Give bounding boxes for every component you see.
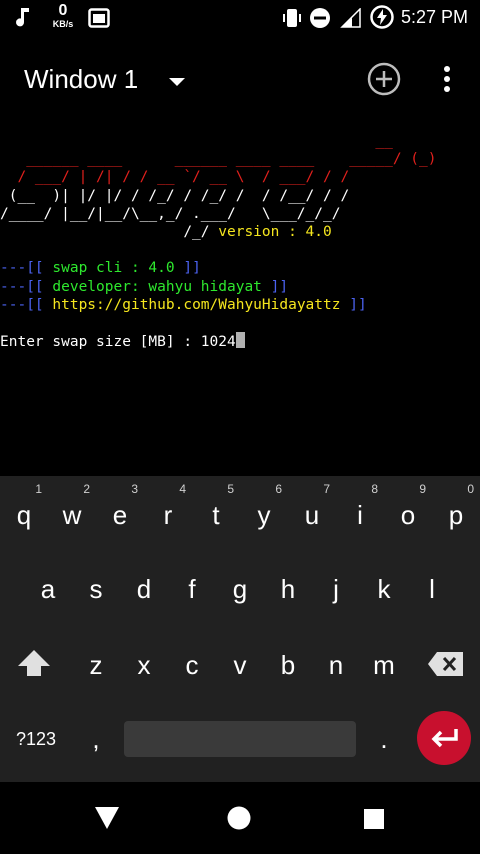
version-text: version : 4.0 <box>218 224 332 241</box>
key-d[interactable]: d <box>120 574 168 605</box>
space-bar[interactable] <box>124 721 356 757</box>
banner-line: __ <box>0 133 411 149</box>
status-time: 5:27 PM <box>400 7 468 27</box>
battery-charging-icon <box>370 5 394 34</box>
info-line: swap cli : 4.0 <box>52 260 175 277</box>
key-hint: 0 <box>467 482 474 496</box>
key-z[interactable]: z <box>72 650 120 681</box>
backspace-key[interactable] <box>422 650 470 685</box>
recents-icon[interactable] <box>363 808 385 835</box>
key-label: p <box>448 500 464 530</box>
network-speed-unit: KB/s <box>52 19 74 29</box>
info-prefix: ---[[ <box>0 278 53 295</box>
key-label: y <box>257 500 271 530</box>
key-u[interactable]: 7u <box>288 482 336 531</box>
status-bar: 0 KB/s 5:27 PM <box>0 0 480 36</box>
key-f[interactable]: f <box>168 574 216 605</box>
key-hint: 7 <box>323 482 330 496</box>
network-speed: 0 KB/s <box>48 3 78 29</box>
key-label: u <box>304 500 320 530</box>
music-note-icon <box>14 6 32 33</box>
banner-line: / ___/ | /| / / __ `/ __ \ / ___/ / / <box>0 169 358 186</box>
key-v[interactable]: v <box>216 650 264 681</box>
terminal-output: __ ______ ____ ______ ____ ____ _____/ (… <box>0 132 437 351</box>
input-value[interactable]: 1024 <box>201 334 236 350</box>
info-suffix: ]] <box>174 260 201 277</box>
key-q[interactable]: 1q <box>0 482 48 531</box>
key-hint: 5 <box>227 482 234 496</box>
banner-line: (__ )| |/ |/ / /_/ / /_/ / / /__/ / / <box>0 187 367 204</box>
terminal-view[interactable]: __ ______ ____ ______ ____ ____ _____/ (… <box>0 120 480 476</box>
network-speed-value: 0 <box>58 2 68 19</box>
prompt-text: Enter swap size [MB] : <box>0 334 201 351</box>
symbols-key[interactable]: ?123 <box>10 729 62 750</box>
comma-key[interactable]: , <box>72 724 120 755</box>
key-w[interactable]: 2w <box>48 482 96 531</box>
key-c[interactable]: c <box>168 650 216 681</box>
info-line: developer: wahyu hidayat <box>52 278 262 295</box>
key-h[interactable]: h <box>264 574 312 605</box>
key-p[interactable]: 0p <box>432 482 480 531</box>
vibrate-icon <box>282 6 302 35</box>
key-hint: 1 <box>35 482 42 496</box>
info-prefix: ---[[ <box>0 296 53 313</box>
key-x[interactable]: x <box>120 650 168 681</box>
navigation-bar <box>0 782 480 854</box>
key-label: t <box>212 500 220 530</box>
key-label: e <box>112 500 128 530</box>
soft-keyboard: 1q 2w 3e 4r 5t 6y 7u 8i 9o 0p a s d f g … <box>0 476 480 782</box>
key-b[interactable]: b <box>264 650 312 681</box>
window-dropdown-icon[interactable] <box>168 74 186 92</box>
key-a[interactable]: a <box>24 574 72 605</box>
key-y[interactable]: 6y <box>240 482 288 531</box>
version-prefix: /_/ <box>0 224 219 241</box>
info-prefix: ---[[ <box>0 260 53 277</box>
key-hint: 3 <box>131 482 138 496</box>
banner-line: ______ ____ ______ ____ ____ _____/ (_) <box>0 151 437 168</box>
key-e[interactable]: 3e <box>96 482 144 531</box>
key-t[interactable]: 5t <box>192 482 240 531</box>
key-m[interactable]: m <box>360 650 408 681</box>
key-hint: 4 <box>179 482 186 496</box>
key-k[interactable]: k <box>360 574 408 605</box>
add-window-icon[interactable] <box>367 62 401 101</box>
key-o[interactable]: 9o <box>384 482 432 531</box>
enter-arrow-icon <box>430 727 460 754</box>
signal-icon <box>340 7 362 33</box>
info-suffix: ]] <box>261 278 289 295</box>
more-options-icon[interactable] <box>440 66 454 97</box>
key-label: q <box>16 500 32 530</box>
do-not-disturb-icon <box>309 7 331 34</box>
key-label: o <box>400 500 416 530</box>
key-hint: 2 <box>83 482 90 496</box>
key-s[interactable]: s <box>72 574 120 605</box>
banner-line: /____/ |__/|__/\__,_/ .___/ \___/_/_/ <box>0 205 367 222</box>
key-l[interactable]: l <box>408 574 456 605</box>
period-key[interactable]: . <box>360 724 408 755</box>
window-title[interactable]: Window 1 <box>24 64 138 95</box>
key-j[interactable]: j <box>312 574 360 605</box>
key-hint: 9 <box>419 482 426 496</box>
app-bar: Window 1 <box>0 36 480 120</box>
key-label: i <box>357 500 363 530</box>
info-line: https://github.com/WahyuHidayattz <box>52 296 341 313</box>
key-label: w <box>62 500 82 530</box>
key-i[interactable]: 8i <box>336 482 384 531</box>
back-icon[interactable] <box>94 806 120 835</box>
key-n[interactable]: n <box>312 650 360 681</box>
shift-arrow-icon <box>16 650 52 684</box>
enter-key[interactable] <box>417 711 471 765</box>
key-r[interactable]: 4r <box>144 482 192 531</box>
key-hint: 8 <box>371 482 378 496</box>
home-icon[interactable] <box>227 806 251 835</box>
key-hint: 6 <box>275 482 282 496</box>
backspace-icon <box>427 652 465 684</box>
screenshot-icon <box>88 8 110 33</box>
shift-key[interactable] <box>10 648 58 685</box>
info-suffix: ]] <box>340 296 367 313</box>
text-cursor <box>235 332 245 349</box>
key-g[interactable]: g <box>216 574 264 605</box>
key-label: r <box>163 500 173 530</box>
